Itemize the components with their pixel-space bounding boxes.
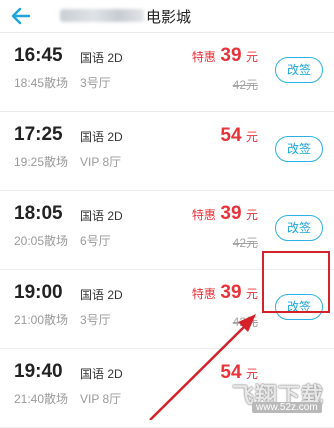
change-ticket-button[interactable]: 改签 (275, 136, 323, 162)
language-format: 国语 2D (80, 209, 123, 223)
showtime-row: 16:45 18:45散场 国语 2D 3号厅 特惠 39 元 42元 改签 (0, 33, 334, 112)
price: 特惠 39 元 (192, 282, 258, 304)
start-time: 19:00 (14, 282, 63, 303)
language-format: 国语 2D (80, 367, 123, 381)
promo-label: 特惠 (191, 50, 216, 64)
blurred-cinema-name (60, 9, 144, 22)
language-format: 国语 2D (80, 130, 123, 144)
language-format: 国语 2D (80, 51, 123, 65)
price-unit: 元 (245, 287, 258, 301)
end-time: 18:45散场 (14, 76, 69, 90)
price-value: 54 (220, 125, 242, 146)
price: 54 元 (220, 125, 258, 147)
price-unit: 元 (245, 50, 258, 64)
language-format: 国语 2D (80, 288, 123, 302)
end-time: 21:40散场 (14, 392, 69, 406)
price-value: 39 (220, 282, 242, 303)
original-price: 42元 (232, 236, 258, 250)
watermark: 飞翔下载 www.52z.com (218, 376, 334, 420)
start-time: 18:05 (14, 203, 63, 224)
hall-name: VIP 8厅 (80, 392, 122, 406)
change-ticket-button[interactable]: 改签 (275, 57, 323, 83)
highlight-box (262, 251, 330, 313)
price-value: 39 (220, 203, 242, 224)
page-title: 电影城 (146, 9, 192, 26)
arrow-left-icon[interactable] (10, 6, 32, 26)
price-unit: 元 (245, 130, 258, 144)
end-time: 20:05散场 (14, 234, 69, 248)
price: 特惠 39 元 (192, 203, 258, 225)
start-time: 17:25 (14, 124, 63, 145)
end-time: 21:00散场 (14, 313, 69, 327)
showtime-list: 16:45 18:45散场 国语 2D 3号厅 特惠 39 元 42元 改签 1… (0, 33, 334, 428)
showtime-row: 17:25 19:25散场 国语 2D VIP 8厅 54 元 改签 (0, 112, 334, 191)
hall-name: 3号厅 (80, 76, 111, 90)
original-price: 42元 (232, 78, 258, 92)
watermark-url: www.52z.com (252, 402, 322, 413)
start-time: 16:45 (14, 45, 63, 66)
app-header: 电影城 (0, 0, 334, 33)
hall-name: 3号厅 (80, 313, 111, 327)
hall-name: 6号厅 (80, 234, 111, 248)
promo-label: 特惠 (191, 208, 216, 222)
end-time: 19:25散场 (14, 155, 69, 169)
price: 特惠 39 元 (192, 45, 258, 67)
original-price: 42元 (232, 315, 258, 329)
promo-label: 特惠 (191, 287, 216, 301)
price-unit: 元 (245, 208, 258, 222)
change-ticket-button[interactable]: 改签 (275, 215, 323, 241)
start-time: 19:40 (14, 361, 63, 382)
price-value: 39 (220, 45, 242, 66)
hall-name: VIP 8厅 (80, 155, 122, 169)
